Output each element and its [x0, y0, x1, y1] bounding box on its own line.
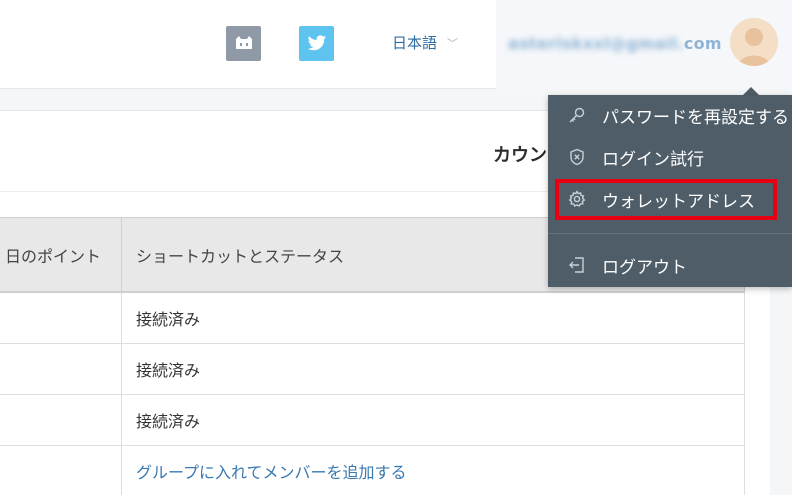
table-cell-status: 接続済み — [136, 361, 201, 380]
table-cell — [0, 446, 122, 495]
github-button[interactable] — [226, 26, 261, 61]
table-cell — [0, 293, 122, 343]
table-row: 接続済み — [0, 395, 745, 446]
github-icon — [235, 35, 252, 49]
table-row: 接続済み — [0, 344, 745, 395]
avatar-icon — [730, 18, 778, 66]
language-selector[interactable]: 日本語 ﹀ — [392, 32, 458, 53]
column-header-points: 日のポイント — [0, 218, 122, 291]
table-cell — [0, 344, 122, 394]
table-row: 接続済み — [0, 293, 745, 344]
table-cell-status: 接続済み — [136, 412, 201, 431]
twitter-button[interactable] — [299, 26, 334, 61]
avatar[interactable] — [730, 18, 778, 66]
table-cell — [0, 395, 122, 445]
menu-item-login-attempts[interactable]: ログイン試行 — [548, 137, 792, 177]
table-cell-status: 接続済み — [136, 310, 201, 329]
menu-divider — [548, 233, 792, 234]
language-label: 日本語 — [392, 34, 438, 52]
table-row: グループに入れてメンバーを追加する — [0, 446, 745, 495]
highlight-box — [555, 179, 777, 220]
logout-icon — [568, 256, 586, 274]
add-member-link[interactable]: グループに入れてメンバーを追加する — [122, 446, 744, 495]
menu-item-label: ログアウト — [602, 257, 687, 278]
twitter-icon — [307, 35, 326, 51]
user-email[interactable]: asteriskxxl@gmail.com — [508, 34, 722, 53]
menu-item-logout[interactable]: ログアウト — [548, 245, 792, 285]
menu-item-label: ログイン試行 — [602, 149, 704, 170]
key-icon — [568, 106, 586, 124]
email-hidden: asteriskxxl@gmail. — [508, 34, 684, 53]
chevron-down-icon: ﹀ — [447, 36, 459, 50]
top-header: 日本語 ﹀ asteriskxxl@gmail.com — [0, 0, 792, 89]
page-title: カウン — [493, 145, 547, 166]
shield-icon — [568, 148, 586, 166]
email-suffix: com — [683, 34, 722, 53]
menu-item-label: パスワードを再設定する — [602, 107, 789, 128]
menu-item-reset-password[interactable]: パスワードを再設定する — [548, 95, 792, 135]
